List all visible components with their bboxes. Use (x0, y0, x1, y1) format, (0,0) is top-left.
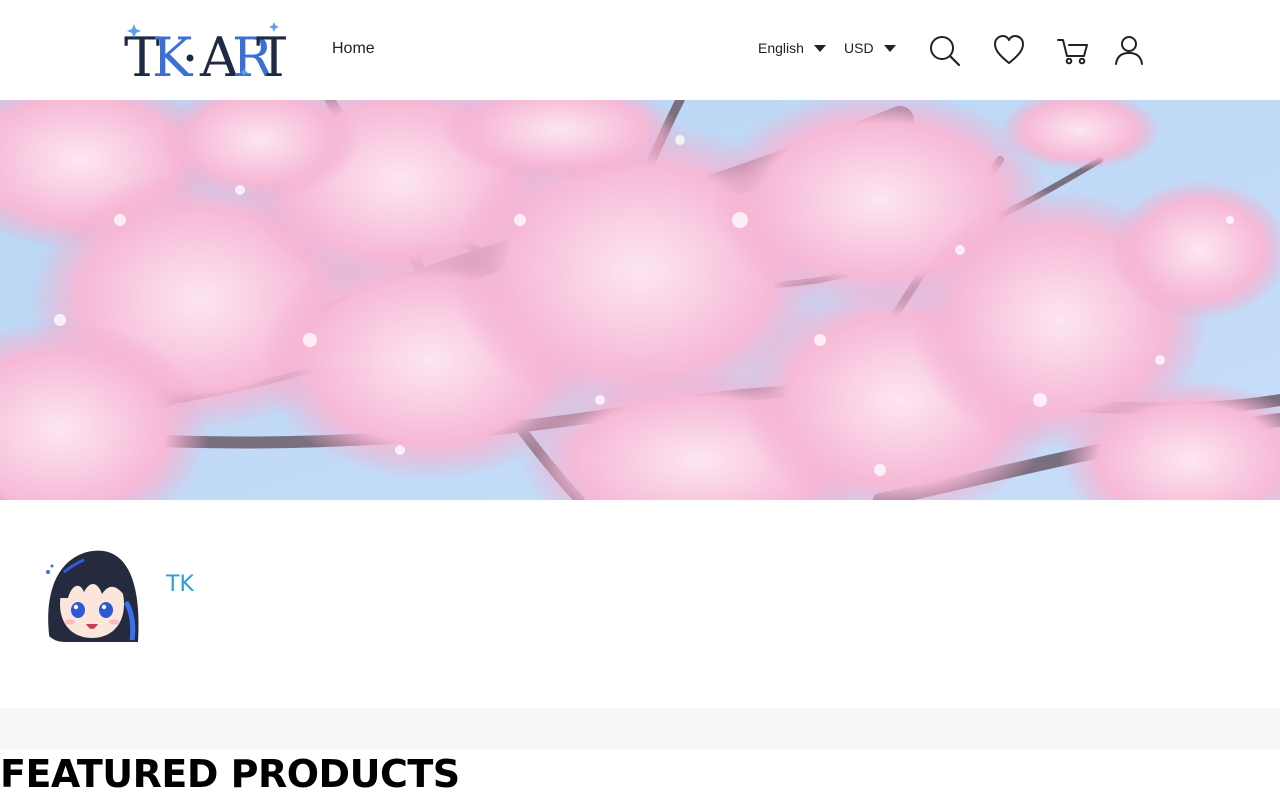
chevron-down-icon (813, 45, 826, 52)
svg-text:K: K (152, 26, 194, 82)
search-icon[interactable] (927, 32, 963, 68)
cart-icon[interactable] (1055, 32, 1091, 68)
site-logo[interactable]: T K A R T (124, 18, 292, 89)
store-name[interactable]: TK (166, 572, 194, 597)
heart-icon[interactable] (991, 32, 1027, 68)
language-select[interactable]: English (758, 40, 826, 56)
store-profile: TK (0, 500, 1280, 708)
section-title: FEATURED PRODUCTS (0, 752, 460, 796)
svg-text:T: T (256, 26, 286, 82)
language-value: English (758, 40, 804, 56)
currency-select[interactable]: USD (844, 40, 896, 56)
site-header: T K A R T Home English USD (0, 0, 1280, 100)
nav-home-link[interactable]: Home (332, 40, 375, 58)
hero-banner (0, 100, 1280, 500)
avatar[interactable] (42, 542, 142, 642)
featured-section: FEATURED PRODUCTS (0, 750, 1280, 800)
chevron-down-icon (883, 45, 896, 52)
user-icon[interactable] (1111, 32, 1147, 68)
section-divider (0, 708, 1280, 750)
currency-value: USD (844, 40, 874, 56)
